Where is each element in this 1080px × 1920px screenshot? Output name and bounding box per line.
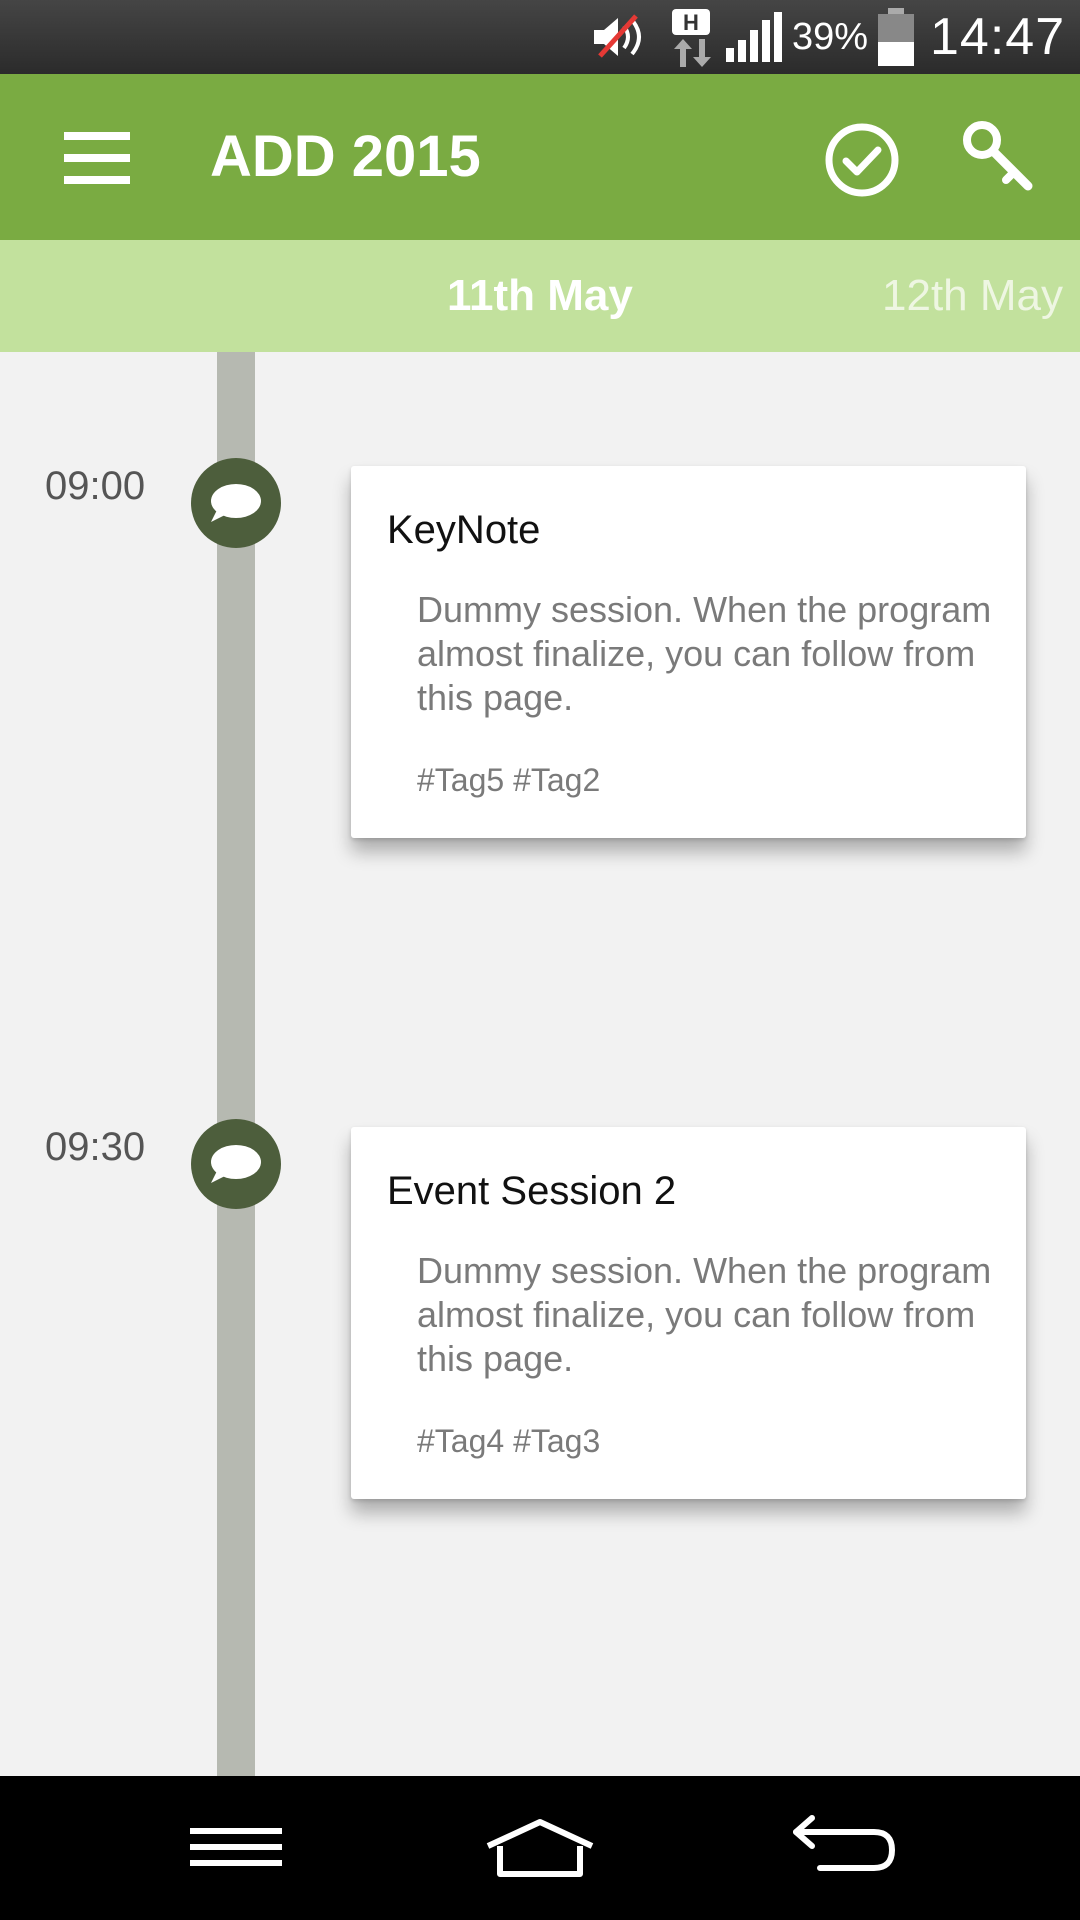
nav-home-icon[interactable] <box>482 1808 598 1888</box>
hspa-data-icon: H <box>668 0 714 74</box>
speech-bubble-icon <box>191 458 281 548</box>
speech-bubble-icon <box>191 1119 281 1209</box>
session-card-keynote[interactable]: KeyNote Dummy session. When the program … <box>351 466 1026 838</box>
nav-menu-icon[interactable] <box>188 1808 284 1888</box>
app-bar: ADD 2015 <box>0 74 1080 240</box>
signal-icon <box>724 0 784 74</box>
svg-text:H: H <box>683 10 699 35</box>
session-tags: #Tag5 #Tag2 <box>417 762 601 798</box>
screen: H 39% 14:47 ADD 2015 11th May 12th May 0… <box>0 0 1080 1920</box>
tab-12th-may[interactable]: 12th May <box>882 240 1063 352</box>
nav-back-icon[interactable] <box>790 1808 898 1888</box>
session-description: Dummy session. When the program almost f… <box>417 1250 992 1379</box>
key-icon[interactable] <box>958 118 1038 198</box>
check-circle-icon[interactable] <box>824 122 900 198</box>
mute-icon <box>590 0 650 74</box>
session-time: 09:00 <box>45 464 146 508</box>
status-bar: H 39% 14:47 <box>0 0 1080 74</box>
session-time: 09:30 <box>45 1125 146 1169</box>
session-description: Dummy session. When the program almost f… <box>417 589 992 718</box>
session-title: KeyNote <box>387 508 541 552</box>
battery-percent: 39% <box>792 15 869 58</box>
session-tags: #Tag4 #Tag3 <box>417 1423 601 1459</box>
date-tabs: 11th May 12th May <box>0 240 1080 352</box>
app-title: ADD 2015 <box>210 124 481 189</box>
menu-icon[interactable] <box>64 132 132 184</box>
timeline-line <box>217 352 255 1776</box>
tab-11th-may[interactable]: 11th May <box>447 240 633 352</box>
session-card-event-session-2[interactable]: Event Session 2 Dummy session. When the … <box>351 1127 1026 1499</box>
session-title: Event Session 2 <box>387 1169 677 1213</box>
clock: 14:47 <box>930 8 1066 66</box>
battery-icon <box>876 0 916 74</box>
system-nav-bar <box>0 1776 1080 1920</box>
